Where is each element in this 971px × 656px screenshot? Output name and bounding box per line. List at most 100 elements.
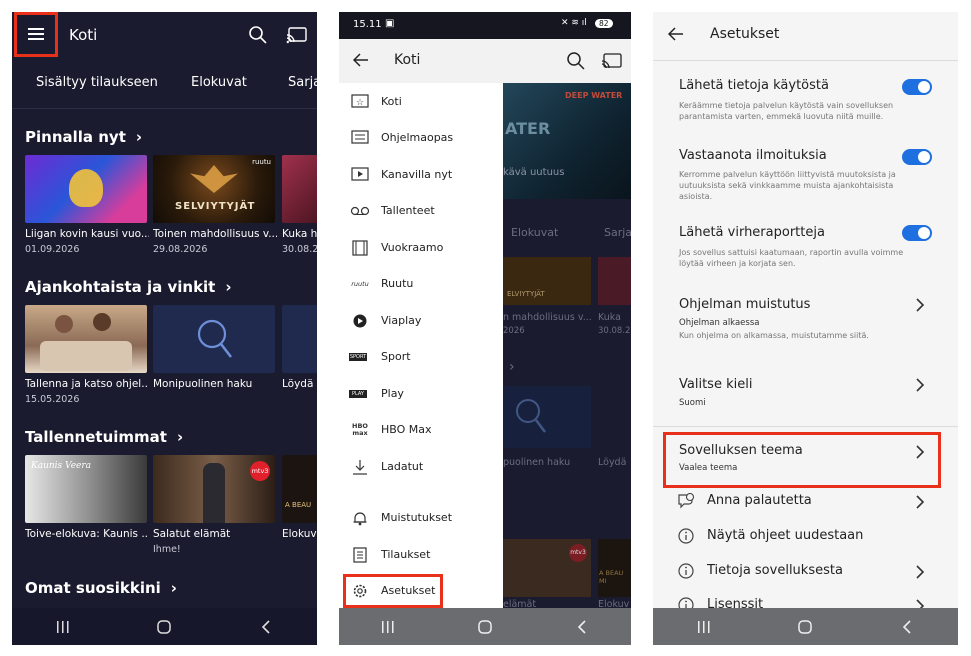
- setting-show-tips[interactable]: Näytä ohjeet uudestaan: [653, 527, 958, 553]
- card-date: 15.05.2026: [25, 394, 80, 405]
- top-bar: Koti: [12, 12, 317, 58]
- drawer-item-tilaukset[interactable]: Tilaukset: [339, 540, 503, 570]
- bg-caption: puolinen haku: [503, 457, 571, 468]
- drawer-item-muistutukset[interactable]: Muistutukset: [339, 503, 503, 533]
- content-card[interactable]: [25, 155, 147, 223]
- drawer-item-tallenteet[interactable]: Tallenteet: [339, 196, 503, 226]
- home-screen: Koti Sisältyy tilaukseen Elokuvat Sarja …: [12, 12, 317, 645]
- setting-title: Näytä ohjeet uudestaan: [707, 528, 864, 543]
- content-card[interactable]: [153, 305, 275, 373]
- system-nav-bar: [339, 608, 631, 645]
- drawer-item-ruutu[interactable]: ruutu Ruutu: [339, 269, 503, 299]
- setting-usage-data[interactable]: Lähetä tietoja käytöstä Keräämme tietoja…: [653, 76, 958, 136]
- home-button[interactable]: [793, 615, 817, 639]
- thumb-title: A BEAU: [285, 501, 312, 509]
- setting-title: Valitse kieli: [679, 377, 753, 392]
- setting-language[interactable]: Valitse kieli Suomi: [653, 377, 958, 417]
- setting-desc: Keräämme tietoja palvelun käytöstä vain …: [679, 101, 894, 121]
- back-button[interactable]: [895, 615, 919, 639]
- home-icon: [478, 619, 492, 634]
- back-button[interactable]: [254, 615, 278, 639]
- magnifier-icon: [516, 399, 546, 433]
- drawer-item-label: Kanavilla nyt: [381, 168, 453, 181]
- drawer-item-viaplay[interactable]: Viaplay: [339, 306, 503, 336]
- content-card[interactable]: mtv3: [153, 455, 275, 523]
- drawer-item-label: Ladatut: [381, 460, 424, 473]
- sport-logo-icon: SPORT: [349, 353, 367, 361]
- settings-screen: Asetukset Lähetä tietoja käytöstä Kerääm…: [653, 12, 958, 645]
- drawer-item-koti[interactable]: ☆ Koti: [339, 87, 503, 117]
- setting-title: Anna palautetta: [707, 493, 812, 508]
- recents-button[interactable]: [692, 615, 716, 639]
- content-card[interactable]: [282, 155, 317, 223]
- drawer-item-sport[interactable]: SPORT Sport: [339, 342, 503, 372]
- drawer-item-ladatut[interactable]: Ladatut: [339, 452, 503, 482]
- usage-data-toggle[interactable]: [902, 79, 932, 95]
- app-header: Koti: [339, 39, 631, 83]
- back-arrow-icon[interactable]: [668, 27, 684, 41]
- section-title[interactable]: Ajankohtaista ja vinkit ›: [25, 278, 232, 296]
- play-screen-icon: [349, 165, 371, 185]
- drawer-item-play[interactable]: PLAY Play: [339, 379, 503, 409]
- drawer-item-label: HBO Max: [381, 423, 432, 436]
- card-title: Toinen mahdollisuus v...: [153, 228, 277, 240]
- bg-channel-badge: mtv3: [569, 544, 587, 562]
- notifications-toggle[interactable]: [902, 149, 932, 165]
- setting-about[interactable]: Tietoja sovelluksesta: [653, 562, 958, 588]
- setting-error-reports[interactable]: Lähetä virheraportteja Jos sovellus satt…: [653, 223, 958, 283]
- setting-program-reminder[interactable]: Ohjelman muistutus Ohjelman alkaessa Kun…: [653, 297, 958, 353]
- card-title: Monipuolinen haku: [153, 378, 253, 390]
- content-card[interactable]: SELVIYTYJÄT ruutu: [153, 155, 275, 223]
- back-icon: [262, 619, 270, 634]
- home-button[interactable]: [152, 615, 176, 639]
- hero-title: ATER: [505, 119, 551, 138]
- guide-icon: [349, 128, 371, 148]
- recents-button[interactable]: [376, 615, 400, 639]
- hero-logo: DEEP WATER: [565, 91, 623, 100]
- max-text: max: [352, 429, 368, 437]
- drawer-item-label: Muistutukset: [381, 511, 453, 524]
- card-title: Salatut elämät: [153, 528, 231, 540]
- cast-icon[interactable]: [601, 52, 623, 70]
- error-reports-toggle[interactable]: [902, 225, 932, 241]
- section-title[interactable]: Pinnalla nyt ›: [25, 128, 142, 146]
- hbo-max-logo-icon: HBO max: [349, 420, 371, 440]
- content-card[interactable]: [25, 305, 147, 373]
- recents-button[interactable]: [51, 615, 75, 639]
- section-title[interactable]: Tallennetuimmat ›: [25, 428, 183, 446]
- drawer-item-ohjelmaopas[interactable]: Ohjelmaopas: [339, 123, 503, 153]
- tab-movies[interactable]: Elokuvat: [191, 75, 247, 90]
- status-time: 15.11: [353, 19, 382, 30]
- content-card[interactable]: A BEAU: [282, 455, 317, 523]
- drawer-item-vuokraamo[interactable]: Vuokraamo: [339, 233, 503, 263]
- drawer-item-kanavilla-nyt[interactable]: Kanavilla nyt: [339, 160, 503, 190]
- tab-series[interactable]: Sarja: [288, 75, 317, 90]
- setting-value: Suomi: [679, 398, 706, 408]
- card-sub: Ihme!: [153, 544, 181, 555]
- chevron-right-icon: ›: [225, 278, 232, 296]
- person-image: [203, 463, 225, 523]
- home-button[interactable]: [473, 615, 497, 639]
- content-card[interactable]: [282, 305, 317, 373]
- drawer-item-label: Ohjelmaopas: [381, 131, 454, 144]
- setting-feedback[interactable]: Anna palautetta: [653, 492, 958, 518]
- system-nav-bar: [12, 608, 317, 645]
- back-icon: [578, 619, 586, 634]
- section-title[interactable]: Omat suosikkini ›: [25, 579, 177, 597]
- cast-icon[interactable]: [286, 26, 308, 44]
- battery-indicator: 82: [595, 19, 613, 28]
- content-card[interactable]: Kaunis Veera: [25, 455, 147, 523]
- search-icon[interactable]: [566, 51, 586, 71]
- setting-desc: Kerromme palvelun käyttöön liittyvistä m…: [679, 170, 896, 201]
- channel-badge: mtv3: [250, 461, 270, 481]
- drawer-item-hbo-max[interactable]: HBO max HBO Max: [339, 415, 503, 445]
- bg-thumb-title: A BEAU MI: [599, 569, 624, 585]
- setting-desc: Jos sovellus sattuisi kaatumaan, raporti…: [679, 248, 904, 268]
- back-button[interactable]: [570, 615, 594, 639]
- back-arrow-icon[interactable]: [353, 53, 369, 67]
- tab-included[interactable]: Sisältyy tilaukseen: [36, 75, 158, 90]
- thumb-title: SELVIYTYJÄT: [175, 201, 256, 212]
- search-icon[interactable]: [248, 25, 268, 45]
- sofa: [40, 341, 132, 371]
- setting-notifications[interactable]: Vastaanota ilmoituksia Kerromme palvelun…: [653, 146, 958, 216]
